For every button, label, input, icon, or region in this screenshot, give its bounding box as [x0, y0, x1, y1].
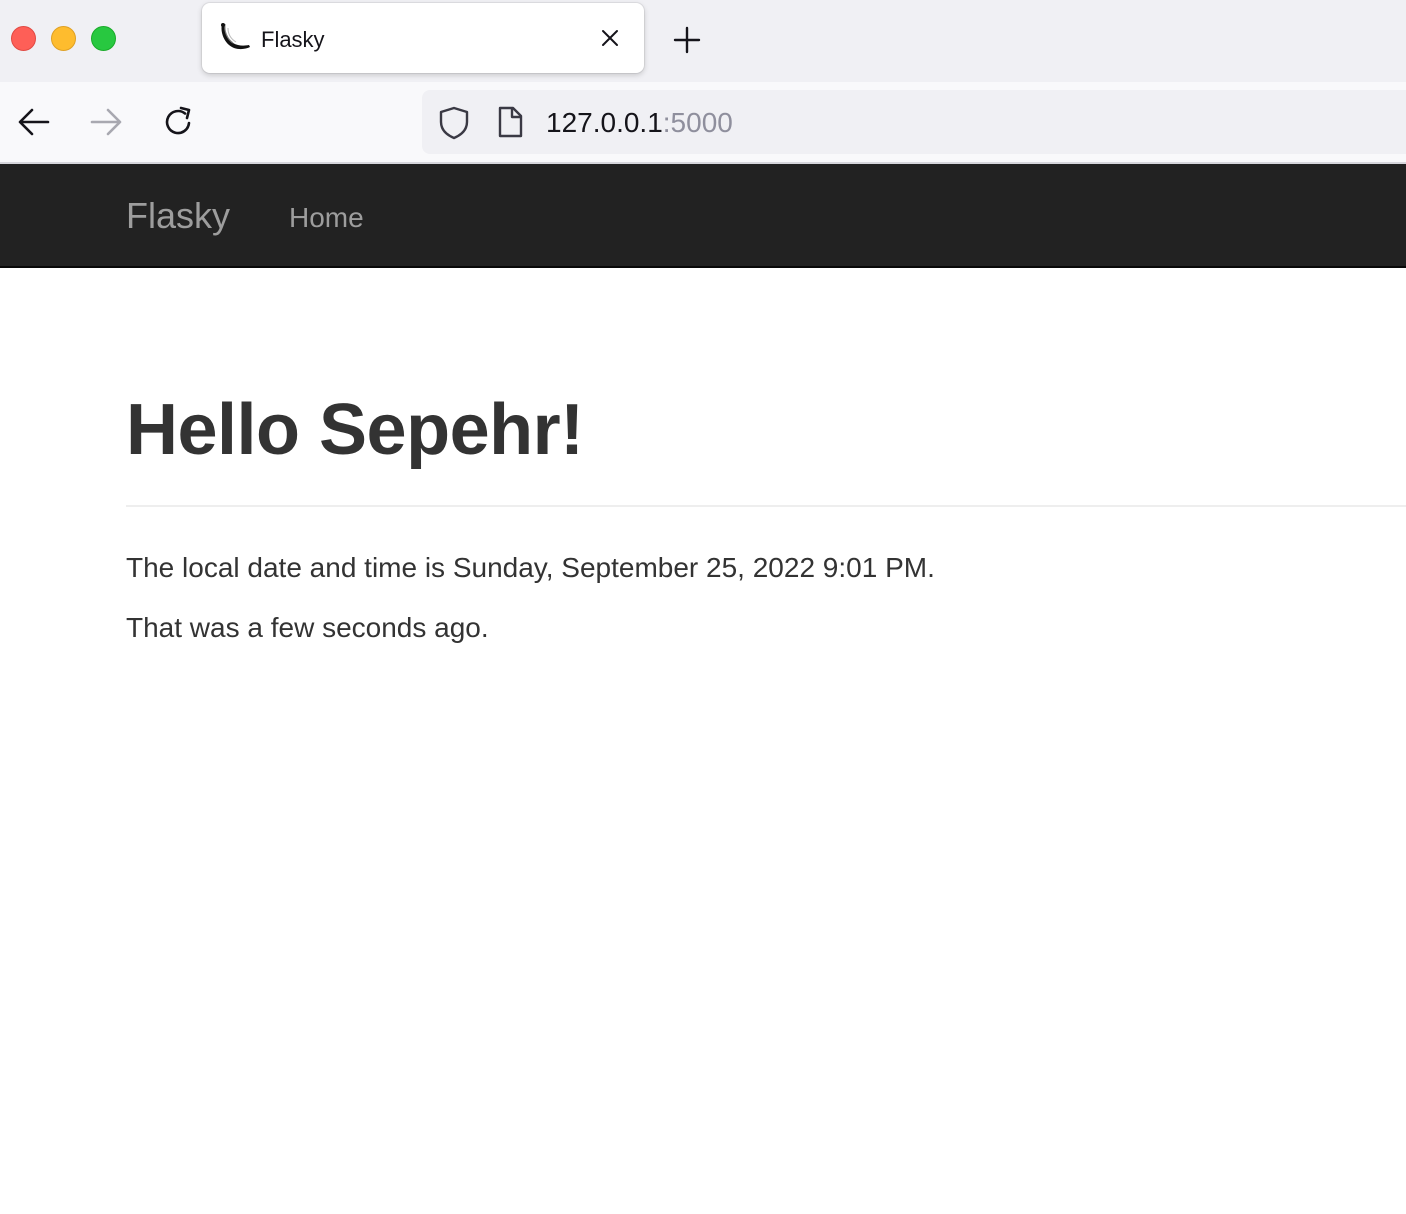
reload-icon[interactable]	[160, 104, 196, 140]
url-host: 127.0.0.1	[546, 107, 663, 138]
window-close-button[interactable]	[11, 26, 36, 51]
site-navbar: Flasky Home	[0, 164, 1406, 268]
url-text[interactable]: 127.0.0.1:5000	[546, 107, 733, 139]
browser-toolbar: 127.0.0.1:5000	[0, 82, 1406, 164]
page-title: Hello Sepehr!	[126, 390, 584, 470]
header-divider	[126, 505, 1406, 507]
relative-time-text: That was a few seconds ago.	[126, 612, 489, 643]
url-port: :5000	[662, 107, 733, 138]
nav-item-home[interactable]: Home	[289, 202, 364, 234]
new-tab-icon[interactable]	[670, 23, 704, 57]
address-bar[interactable]: 127.0.0.1:5000	[422, 90, 1406, 154]
window-minimize-button[interactable]	[51, 26, 76, 51]
navbar-brand[interactable]: Flasky	[126, 196, 230, 236]
window-maximize-button[interactable]	[91, 26, 116, 51]
browser-tab-active[interactable]: Flasky	[202, 3, 644, 73]
close-tab-icon[interactable]	[596, 24, 624, 52]
tab-title: Flasky	[261, 27, 325, 52]
page-icon	[498, 106, 523, 138]
back-arrow-icon[interactable]	[16, 104, 52, 140]
local-time-text: The local date and time is Sunday, Septe…	[126, 552, 935, 583]
forward-arrow-icon[interactable]	[88, 104, 124, 140]
shield-icon[interactable]	[438, 106, 470, 140]
browser-tab-strip: Flasky	[0, 0, 1406, 82]
flask-horn-icon	[221, 23, 250, 50]
